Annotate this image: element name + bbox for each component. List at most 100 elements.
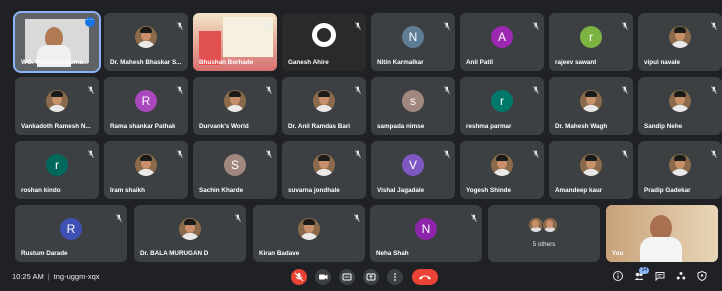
participant-name: WG. Prasanna Kuma... xyxy=(21,59,89,66)
participant-tile[interactable]: Sandip Nehe xyxy=(638,77,722,135)
participant-name: Anil Patil xyxy=(466,59,493,66)
participant-tile[interactable]: 5 others xyxy=(488,205,600,262)
hang-up-icon xyxy=(419,275,431,280)
meeting-details-button[interactable] xyxy=(612,270,624,282)
mic-off-icon xyxy=(355,17,361,30)
participant-name: You xyxy=(612,250,624,257)
participant-tile[interactable]: R Rama shankar Pathak xyxy=(104,77,188,135)
avatar-initial: s xyxy=(402,90,424,113)
participant-tile[interactable]: Dr. Mahesh Wagh xyxy=(549,77,633,135)
participant-tile[interactable]: Durvank's World xyxy=(193,77,277,135)
more-vert-icon xyxy=(394,273,396,281)
mic-off-icon xyxy=(235,209,241,222)
participant-name: reshma parmar xyxy=(466,123,512,130)
mic-off-icon xyxy=(533,17,539,30)
participant-tile[interactable]: Amandeep kaur xyxy=(549,141,633,199)
mic-off-icon xyxy=(88,145,94,158)
shield-icon xyxy=(697,270,707,282)
avatar-photo xyxy=(135,154,157,177)
host-controls-button[interactable] xyxy=(696,270,708,282)
mic-off-icon xyxy=(177,145,183,158)
participant-name: Dr. Anil Ramdas Bari xyxy=(288,123,351,130)
participant-name: Ganesh Ahire xyxy=(288,59,329,66)
participant-name: Nitin Karmalkar xyxy=(377,59,424,66)
more-options-button[interactable] xyxy=(387,269,403,285)
activities-icon xyxy=(676,272,686,280)
participant-tile[interactable]: r rajeev sawant xyxy=(549,13,633,71)
participant-name: Dr. Mahesh Bhaskar S... xyxy=(110,59,182,66)
avatar-initial: r xyxy=(491,90,513,113)
avatar-initial: r xyxy=(46,154,68,177)
participant-tile[interactable]: Bhushan Borhade xyxy=(193,13,277,71)
participant-name: Rustum Darade xyxy=(21,250,68,257)
mic-off-icon xyxy=(266,81,272,94)
participant-tile[interactable]: You xyxy=(606,205,718,262)
participant-tile[interactable]: N Neha Shah xyxy=(370,205,482,262)
captions-icon xyxy=(342,273,352,281)
mic-off-icon xyxy=(711,17,717,30)
participant-tile[interactable]: r reshma parmar xyxy=(460,77,544,135)
chat-button[interactable] xyxy=(654,270,666,282)
participant-tile[interactable]: Pradip Gadekar xyxy=(638,141,722,199)
avatar-initial: S xyxy=(224,154,246,177)
participant-tile[interactable]: suvarna jondhale xyxy=(282,141,366,199)
camera-icon xyxy=(319,274,328,280)
mic-off-icon xyxy=(355,145,361,158)
participant-tile[interactable]: S Sachin Kharde xyxy=(193,141,277,199)
participant-tile[interactable]: Kiran Badave xyxy=(253,205,365,262)
separator: | xyxy=(47,272,50,281)
present-button[interactable] xyxy=(363,269,379,285)
participant-tile[interactable]: Ganesh Ahire xyxy=(282,13,366,71)
participant-name: sampada nimse xyxy=(377,123,425,130)
activities-button[interactable] xyxy=(675,270,687,282)
participant-tile[interactable]: Dr. BALA MURUGAN D xyxy=(134,205,246,262)
participant-tile[interactable]: R Rustum Darade xyxy=(15,205,127,262)
participant-tile[interactable]: N Nitin Karmalkar xyxy=(371,13,455,71)
participant-tile[interactable]: Iram shaikh xyxy=(104,141,188,199)
microphone-button[interactable] xyxy=(291,269,307,285)
mic-off-icon xyxy=(711,81,717,94)
mic-off-icon xyxy=(354,209,360,222)
participant-tile[interactable]: V Vishal Jagadale xyxy=(371,141,455,199)
present-screen-icon xyxy=(366,273,376,281)
mic-off-icon xyxy=(533,81,539,94)
participant-tile[interactable]: vipul navale xyxy=(638,13,722,71)
participant-tile[interactable]: Yogesh Shinde xyxy=(460,141,544,199)
mic-off-icon xyxy=(444,17,450,30)
mic-off-icon xyxy=(622,145,628,158)
participant-name: Yogesh Shinde xyxy=(466,187,512,194)
avatar-photo xyxy=(179,217,201,240)
participant-tile[interactable]: Vankadoth Ramesh N... xyxy=(15,77,99,135)
mic-off-icon xyxy=(116,209,122,222)
participant-tile[interactable]: A Anil Patil xyxy=(460,13,544,71)
avatar-photo xyxy=(669,26,691,49)
avatar-initial: r xyxy=(580,26,602,49)
participant-name: suvarna jondhale xyxy=(288,187,340,194)
avatar-initial: R xyxy=(60,217,82,240)
participant-name: Kiran Badave xyxy=(259,250,300,257)
mic-off-icon xyxy=(622,17,628,30)
avatar-photo xyxy=(491,154,513,177)
camera-button[interactable] xyxy=(315,269,331,285)
participant-tile[interactable]: Dr. Anil Ramdas Bari xyxy=(282,77,366,135)
mic-off-icon xyxy=(88,81,94,94)
more-options-icon[interactable]: ⋯ xyxy=(85,17,95,27)
people-button[interactable]: 34 xyxy=(633,267,649,282)
avatar-photo xyxy=(224,90,246,113)
avatar-initial: N xyxy=(402,26,424,49)
avatar-photo xyxy=(313,154,335,177)
end-call-button[interactable] xyxy=(412,269,438,285)
mic-off-icon xyxy=(533,145,539,158)
captions-button[interactable] xyxy=(339,269,355,285)
participant-tile[interactable]: WG. Prasanna Kuma... ⋯ xyxy=(13,11,101,73)
mic-off-icon xyxy=(471,209,477,222)
participant-name: Dr. Mahesh Wagh xyxy=(555,123,608,130)
avatar-photo xyxy=(46,90,68,113)
participant-tile[interactable]: Dr. Mahesh Bhaskar S... xyxy=(104,13,188,71)
participant-tile[interactable]: r roshan kindo xyxy=(15,141,99,199)
participant-name: Vankadoth Ramesh N... xyxy=(21,123,91,130)
mic-off-icon xyxy=(177,17,183,30)
participant-name: Rama shankar Pathak xyxy=(110,123,176,130)
mic-off-icon xyxy=(711,145,717,158)
participant-tile[interactable]: s sampada nimse xyxy=(371,77,455,135)
